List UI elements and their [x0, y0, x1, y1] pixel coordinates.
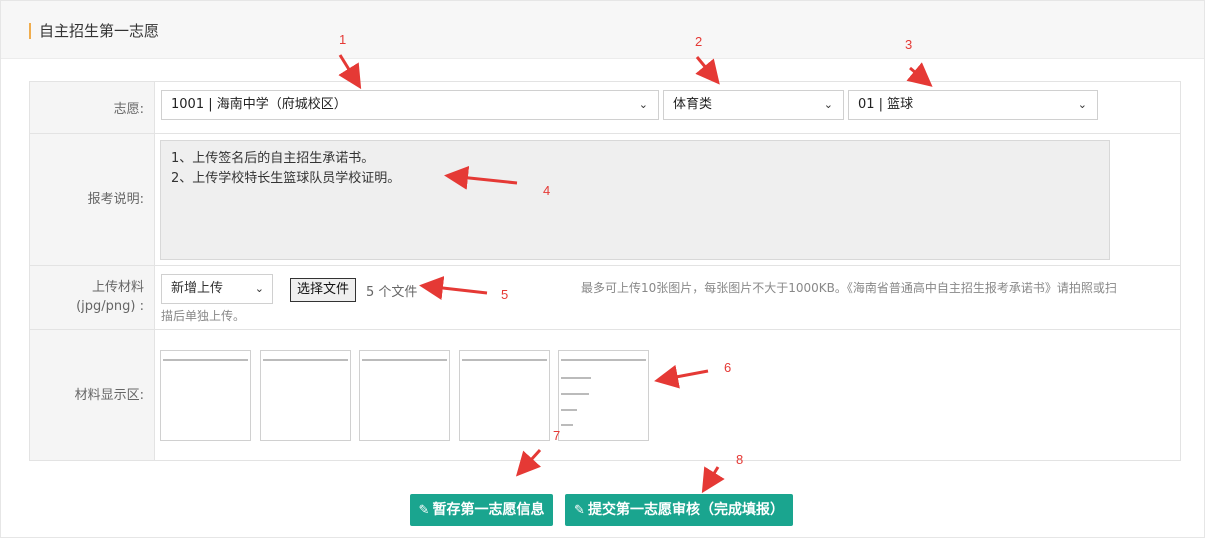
- item-select[interactable]: 01 | 篮球 ⌄: [848, 90, 1098, 120]
- chevron-down-icon: ⌄: [254, 282, 264, 295]
- application-panel: 自主招生第一志愿 志愿: 1001 | 海南中学（府城校区） ⌄ 体育类 ⌄ 0…: [0, 0, 1205, 538]
- save-draft-button[interactable]: ✎ 暂存第一志愿信息: [410, 494, 553, 526]
- material-thumbnail[interactable]: [558, 350, 649, 441]
- materials-row: 材料显示区:: [30, 330, 1180, 460]
- file-count: 5 个文件: [366, 285, 418, 300]
- panel-header: 自主招生第一志愿: [1, 1, 1204, 59]
- annotation-number: 1: [339, 32, 347, 47]
- material-thumbnail[interactable]: [160, 350, 251, 441]
- upload-label-line1: 上传材料: [91, 280, 144, 295]
- material-thumbnail[interactable]: [459, 350, 550, 441]
- choose-file-button[interactable]: 选择文件: [290, 278, 357, 302]
- upload-hint: 最多可上传10张图片，每张图片不大于1000KB。《海南省普通高中自主招生报考承…: [581, 281, 1117, 295]
- annotation-number: 8: [736, 452, 744, 467]
- chevron-down-icon: ⌄: [1077, 98, 1087, 111]
- annotation-number: 4: [543, 183, 551, 198]
- category-select[interactable]: 体育类 ⌄: [663, 90, 844, 120]
- material-thumbnail[interactable]: [260, 350, 351, 441]
- materials-label-cell: 材料显示区:: [30, 330, 155, 460]
- school-select[interactable]: 1001 | 海南中学（府城校区） ⌄: [161, 90, 659, 120]
- upload-mode-value: 新增上传: [171, 281, 224, 296]
- edit-icon: ✎: [418, 503, 430, 518]
- choice-row: 志愿: 1001 | 海南中学（府城校区） ⌄ 体育类 ⌄ 01 | 篮球 ⌄: [30, 82, 1180, 134]
- item-select-value: 01 | 篮球: [858, 97, 914, 112]
- annotation-number: 5: [501, 287, 509, 302]
- material-thumbnail[interactable]: [359, 350, 450, 441]
- school-select-value: 1001 | 海南中学（府城校区）: [171, 97, 347, 112]
- application-form: 志愿: 1001 | 海南中学（府城校区） ⌄ 体育类 ⌄ 01 | 篮球 ⌄ …: [29, 81, 1181, 461]
- upload-hint-continued: 描后单独上传。: [161, 309, 246, 323]
- description-box: 1、上传签名后的自主招生承诺书。 2、上传学校特长生篮球队员学校证明。: [160, 140, 1110, 260]
- description-line: 2、上传学校特长生篮球队员学校证明。: [171, 171, 401, 186]
- upload-row: 上传材料 (jpg/png) : 新增上传 ⌄ 选择文件 5 个文件 最多可上传…: [30, 266, 1180, 330]
- chevron-down-icon: ⌄: [638, 98, 648, 111]
- annotation-number: 3: [905, 37, 913, 52]
- materials-label: 材料显示区:: [74, 388, 144, 403]
- category-select-value: 体育类: [673, 97, 713, 112]
- title-accent-bar: [29, 23, 31, 39]
- annotation-number: 7: [553, 428, 561, 443]
- description-line: 1、上传签名后的自主招生承诺书。: [171, 151, 375, 166]
- upload-label-line2: (jpg/png) :: [76, 299, 144, 314]
- submit-review-button[interactable]: ✎ 提交第一志愿审核（完成填报）: [565, 494, 793, 526]
- description-label-cell: 报考说明:: [30, 134, 155, 265]
- save-draft-label: 暂存第一志愿信息: [432, 502, 545, 518]
- chevron-down-icon: ⌄: [823, 98, 833, 111]
- upload-label-cell: 上传材料 (jpg/png) :: [30, 266, 155, 329]
- description-label: 报考说明:: [87, 192, 144, 207]
- choice-label: 志愿:: [113, 102, 144, 117]
- annotation-number: 6: [724, 360, 732, 375]
- description-row: 报考说明: 1、上传签名后的自主招生承诺书。 2、上传学校特长生篮球队员学校证明…: [30, 134, 1180, 266]
- submit-review-label: 提交第一志愿审核（完成填报）: [587, 502, 784, 518]
- upload-mode-select[interactable]: 新增上传 ⌄: [161, 274, 273, 304]
- edit-icon: ✎: [574, 503, 585, 518]
- annotation-number: 2: [695, 34, 703, 49]
- choice-label-cell: 志愿:: [30, 82, 155, 133]
- page-title: 自主招生第一志愿: [39, 22, 160, 40]
